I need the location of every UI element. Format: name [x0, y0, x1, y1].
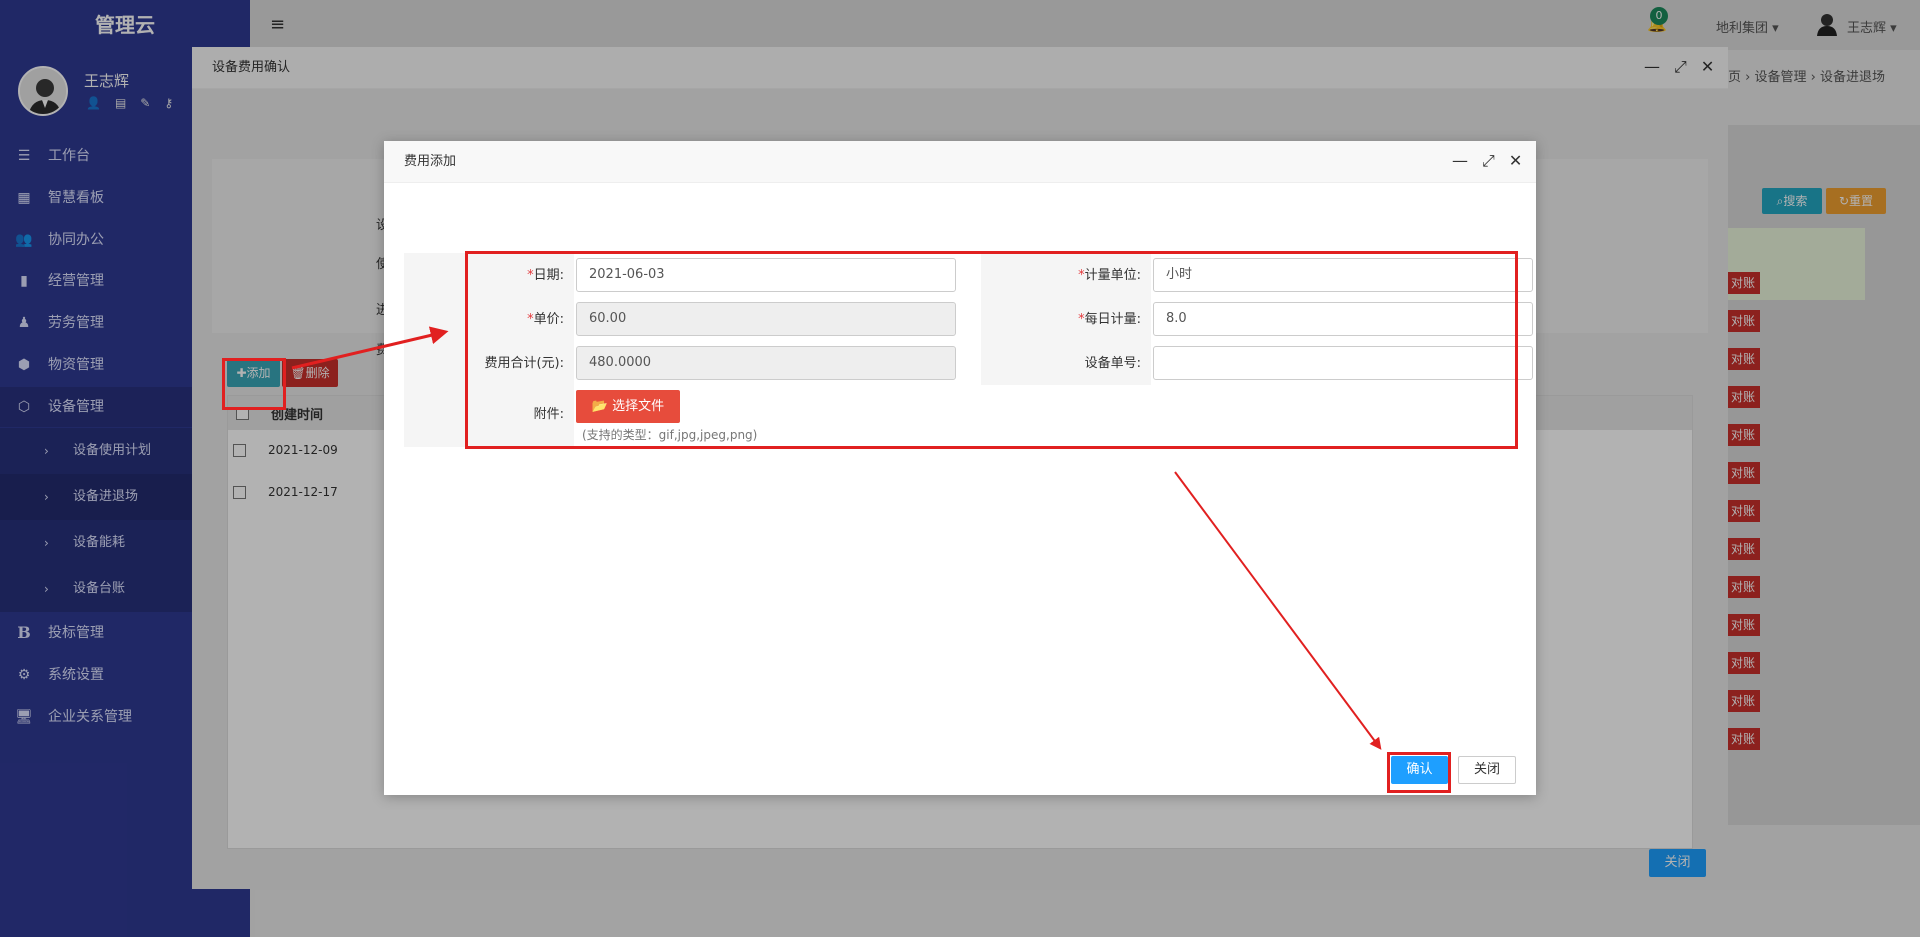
arrow-to-form — [291, 326, 449, 370]
annotation-arrows — [291, 326, 1382, 750]
arrow-to-confirm — [1174, 471, 1382, 750]
